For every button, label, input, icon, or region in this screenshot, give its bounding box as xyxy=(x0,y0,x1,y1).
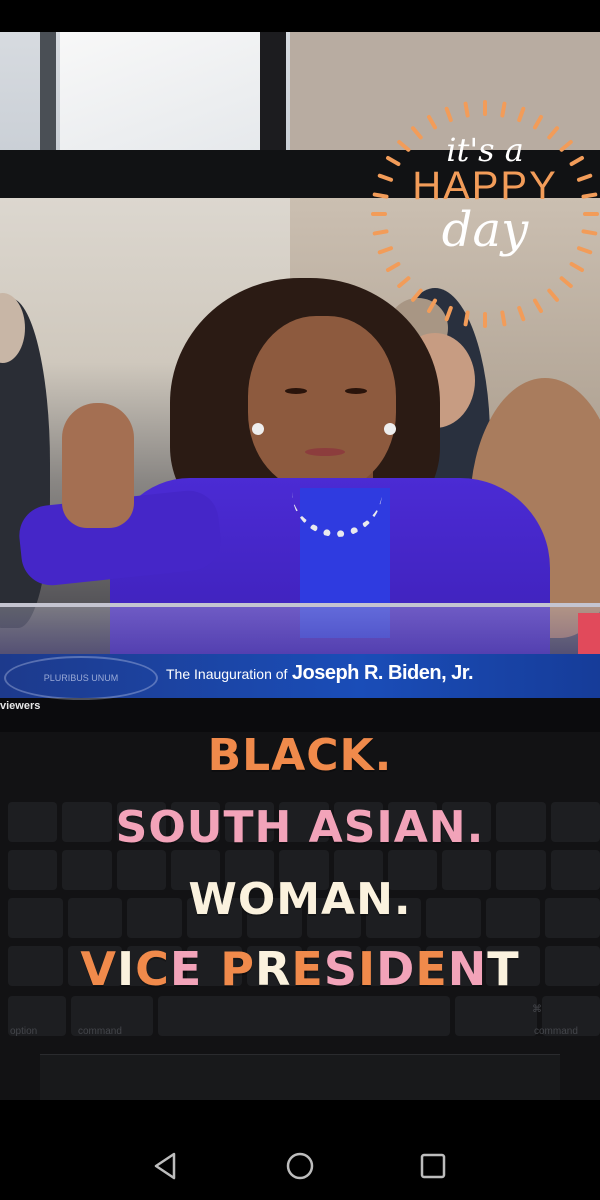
sticker-text: it's a HAPPY day xyxy=(370,134,600,254)
caption-letter: D xyxy=(376,942,416,996)
sunburst-ray xyxy=(547,288,559,302)
sunburst-ray xyxy=(463,101,470,118)
sunburst-ray xyxy=(517,305,526,322)
triangle-back-icon xyxy=(154,1152,176,1180)
sunburst-ray xyxy=(500,310,507,327)
caption-letter: I xyxy=(358,942,377,996)
presidential-seal-icon: PLURIBUS UNUM xyxy=(4,656,158,700)
sticker-line-2: HAPPY xyxy=(412,164,558,208)
raised-hand xyxy=(62,403,134,528)
sunburst-ray xyxy=(559,276,573,288)
red-graphic xyxy=(578,613,600,659)
speaker-mouth xyxy=(305,448,345,456)
lower-third-banner: PLURIBUS UNUM The Inauguration of Joseph… xyxy=(0,654,600,700)
circle-home-icon xyxy=(286,1152,314,1180)
sunburst-ray xyxy=(411,288,423,302)
square-recents-icon xyxy=(420,1153,446,1179)
caption-letter: E xyxy=(169,942,203,996)
viewers-label: viewers xyxy=(0,700,41,712)
sunburst-ray xyxy=(444,106,453,123)
status-bar xyxy=(0,0,600,32)
sunburst-ray xyxy=(533,298,543,313)
speaker-eye xyxy=(285,388,307,394)
pearl-earring xyxy=(252,423,264,435)
lower-third-name: Joseph R. Biden, Jr. xyxy=(291,662,474,684)
caption-letter: P xyxy=(220,942,255,996)
caption-letter: N xyxy=(447,942,488,996)
caption-letter: E xyxy=(291,942,324,996)
key-label-command: command xyxy=(534,1026,578,1037)
key-label-option: option xyxy=(10,1026,38,1037)
key-label-command: command xyxy=(78,1026,122,1037)
trackpad xyxy=(40,1054,560,1100)
lower-third-prefix: The Inauguration of xyxy=(166,666,288,682)
caption-letter: I xyxy=(116,942,136,996)
sunburst-ray xyxy=(427,115,437,130)
caption-letter: S xyxy=(323,942,358,996)
home-button[interactable] xyxy=(282,1148,318,1184)
window-frame xyxy=(40,32,56,152)
caption-south-asian: SOUTH ASIAN. xyxy=(115,802,485,853)
sunburst-ray xyxy=(444,305,453,322)
sunburst-ray xyxy=(463,310,470,327)
sunburst-ray xyxy=(517,106,526,123)
sunburst-ray xyxy=(397,276,411,288)
caption-black: BLACK. xyxy=(207,730,393,781)
back-button[interactable] xyxy=(148,1148,184,1184)
photo: PLURIBUS UNUM The Inauguration of Joseph… xyxy=(0,32,600,1100)
caption-letter: E xyxy=(415,942,448,996)
sunburst-ray xyxy=(427,298,437,313)
sticker-line-3: day xyxy=(441,202,529,258)
caption-letter: R xyxy=(255,942,292,996)
podium-edge xyxy=(0,603,600,607)
caption-woman: WOMAN. xyxy=(188,874,412,925)
window-glass xyxy=(60,32,260,150)
recents-button[interactable] xyxy=(415,1148,451,1184)
caption-vice-president: VICE PRESIDENT xyxy=(0,942,600,996)
caption-letter: V xyxy=(80,942,117,996)
sunburst-ray xyxy=(533,115,543,130)
window-frame xyxy=(260,32,286,152)
caption-letter: C xyxy=(135,942,170,996)
sunburst-ray xyxy=(500,101,507,118)
happy-day-sticker: it's a HAPPY day xyxy=(370,94,600,354)
lower-third-title: The Inauguration of Joseph R. Biden, Jr. xyxy=(166,662,474,685)
caption-letter: T xyxy=(487,942,520,996)
pearl-earring xyxy=(384,423,396,435)
speaker-eye xyxy=(345,388,367,394)
sticker-line-1: it's a xyxy=(446,131,524,169)
sunburst-ray xyxy=(386,262,401,272)
seal-text: PLURIBUS UNUM xyxy=(43,673,119,683)
key-label-cmd-symbol: ⌘ xyxy=(532,1004,542,1015)
sunburst-ray xyxy=(569,262,584,272)
